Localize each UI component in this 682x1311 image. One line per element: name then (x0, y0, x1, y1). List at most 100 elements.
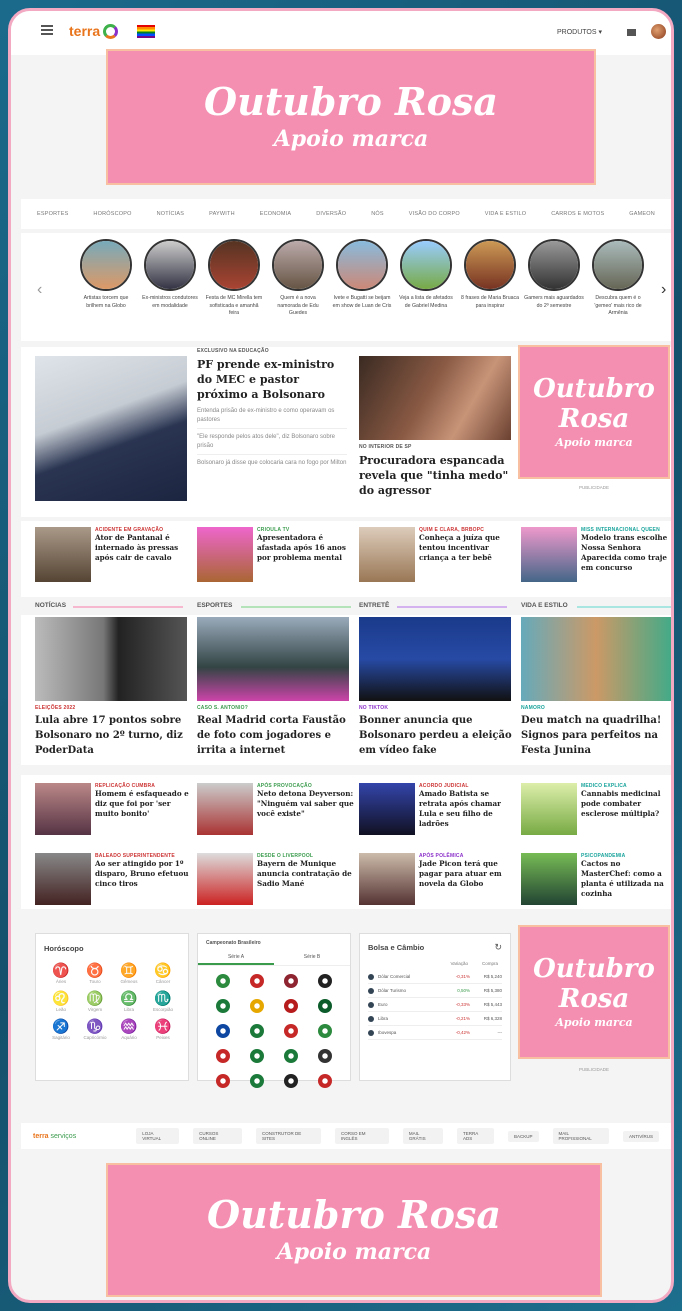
nav-item[interactable]: GAMEON (629, 211, 655, 217)
thumb-image[interactable] (359, 853, 415, 905)
team-crest-icon[interactable] (250, 999, 264, 1013)
list-item[interactable]: REPLICAÇÃO CUMBRA Homem é esfaqueado e di… (95, 783, 195, 819)
list-item[interactable]: CRIOULA TV Apresentadora é afastada após … (257, 527, 357, 563)
zodiac-sign[interactable]: ♍ Virgem (78, 991, 112, 1013)
market-row[interactable]: Dólar Comercial -0,31% R$ 5,240 (368, 970, 502, 984)
team-crest-icon[interactable] (318, 1074, 332, 1088)
feature-image[interactable] (35, 617, 187, 701)
service-link[interactable]: BACKUP (508, 1130, 539, 1142)
section-label-vida[interactable]: VIDA E ESTILO (521, 602, 671, 612)
service-link[interactable]: ANTIVÍRUS (622, 1130, 659, 1142)
service-link[interactable]: LOJA VIRTUAL (136, 1128, 180, 1144)
team-crest-icon[interactable] (216, 1049, 230, 1063)
main-news-image[interactable] (35, 356, 187, 501)
list-item[interactable]: PSICOPANDEMIA Cactos no MasterChef: como … (581, 853, 671, 899)
team-crest-icon[interactable] (250, 1024, 264, 1038)
team-crest-icon[interactable] (216, 1024, 230, 1038)
nav-item[interactable]: NÓS (371, 211, 384, 217)
nav-item[interactable]: DIVERSÃO (316, 211, 346, 217)
team-crest-icon[interactable] (284, 1024, 298, 1038)
story-item[interactable]: Ivete e Bugatti se beijam em show de Lua… (332, 239, 392, 310)
nav-item[interactable]: ECONOMIA (260, 211, 292, 217)
section-label-entrete[interactable]: ENTRETÊ (359, 602, 507, 612)
list-item[interactable]: BALEADO SUPERINTENDENTE Ao ser atingido p… (95, 853, 195, 889)
main-bullet[interactable]: "Ele responde pelos atos dele", diz Bols… (197, 433, 347, 455)
promo-banner-side-2[interactable]: Outubro Rosa Apoio marca (518, 925, 670, 1059)
zodiac-sign[interactable]: ♎ Libra (112, 991, 146, 1013)
market-row[interactable]: Libra -0,21% R$ 6,328 (368, 1012, 502, 1026)
feature-image[interactable] (359, 617, 511, 701)
team-crest-icon[interactable] (284, 1074, 298, 1088)
team-crest-icon[interactable] (216, 1074, 230, 1088)
main-bullet[interactable]: Entenda prisão de ex-ministro e como ope… (197, 407, 347, 429)
feature-item[interactable]: NAMORO Deu match na quadrilha! Signos par… (521, 705, 671, 758)
thumb-image[interactable] (197, 527, 253, 582)
second-headline[interactable]: Procuradora espancada revela que "tinha … (359, 453, 514, 498)
promo-banner-side[interactable]: Outubro Rosa Apoio marca (518, 345, 670, 479)
service-link[interactable]: MAIL PROFISSIONAL (552, 1128, 609, 1144)
service-link[interactable]: MAIL GRÁTIS (402, 1128, 443, 1144)
nav-item[interactable]: CARROS E MOTOS (551, 211, 604, 217)
thumb-image[interactable] (35, 527, 91, 582)
zodiac-sign[interactable]: ♐ Sagitário (44, 1019, 78, 1041)
list-item[interactable]: APÓS PROVOCAÇÃO Neto detona Deyverson: "N… (257, 783, 357, 819)
avatar[interactable] (651, 24, 666, 39)
mail-icon[interactable] (627, 29, 636, 36)
zodiac-sign[interactable]: ♌ Leão (44, 991, 78, 1013)
chevron-right-icon[interactable]: › (661, 281, 666, 299)
main-headline[interactable]: PF prende ex-ministro do MEC e pastor pr… (197, 357, 347, 402)
refresh-icon[interactable]: ↻ (494, 942, 502, 953)
list-item[interactable]: DESDE O LIVERPOOL Bayern de Munique anunc… (257, 853, 357, 889)
thumb-image[interactable] (521, 527, 577, 582)
thumb-image[interactable] (521, 853, 577, 905)
story-item[interactable]: Artistas torcem que brilhem na Globo (76, 239, 136, 310)
thumb-image[interactable] (359, 783, 415, 835)
second-news-image[interactable] (359, 356, 511, 440)
team-crest-icon[interactable] (250, 1049, 264, 1063)
promo-banner-bottom[interactable]: Outubro Rosa Apoio marca (106, 1163, 602, 1297)
zodiac-sign[interactable]: ♒ Aquário (112, 1019, 146, 1041)
thumb-image[interactable] (197, 783, 253, 835)
thumb-image[interactable] (35, 853, 91, 905)
promo-banner-top[interactable]: Outubro Rosa Apoio marca (106, 49, 596, 185)
team-crest-icon[interactable] (318, 974, 332, 988)
team-crest-icon[interactable] (284, 999, 298, 1013)
feature-image[interactable] (521, 617, 671, 701)
thumb-image[interactable] (197, 853, 253, 905)
list-item[interactable]: ACIDENTE EM GRAVAÇÃO Ator de Pantanal é i… (95, 527, 195, 563)
service-link[interactable]: CURSOS ONLINE (193, 1128, 243, 1144)
story-item[interactable]: Festa de MC Mirella tem sofisticada e am… (204, 239, 264, 318)
zodiac-sign[interactable]: ♏ Escorpião (146, 991, 180, 1013)
team-crest-icon[interactable] (250, 1074, 264, 1088)
tab-serie-b[interactable]: Série B (274, 954, 350, 965)
team-crest-icon[interactable] (216, 999, 230, 1013)
list-item[interactable]: MISS INTERNACIONAL QUEEN Modelo trans esc… (581, 527, 671, 573)
service-link[interactable]: CONSTRUTOR DE SITES (256, 1128, 321, 1144)
team-crest-icon[interactable] (318, 999, 332, 1013)
list-item[interactable]: APÓS POLÊMICA Jade Picon terá que pagar p… (419, 853, 519, 889)
main-bullet[interactable]: Bolsonaro já disse que colocaria cara no… (197, 459, 347, 468)
nav-item[interactable]: PAYWITH (209, 211, 235, 217)
thumb-image[interactable] (521, 783, 577, 835)
nav-item[interactable]: VISÃO DO CORPO (409, 211, 460, 217)
service-link[interactable]: CORSO EM INGLÊS (334, 1128, 389, 1144)
nav-item[interactable]: HORÓSCOPO (93, 211, 131, 217)
chevron-left-icon[interactable]: ‹ (37, 281, 42, 299)
team-crest-icon[interactable] (250, 974, 264, 988)
tab-serie-a[interactable]: Série A (198, 954, 274, 965)
market-row[interactable]: Euro -0,33% R$ 5,443 (368, 998, 502, 1012)
zodiac-sign[interactable]: ♑ Capricórnio (78, 1019, 112, 1041)
section-label-noticias[interactable]: NOTÍCIAS (35, 602, 183, 612)
team-crest-icon[interactable] (284, 1049, 298, 1063)
feature-item[interactable]: ELEIÇÕES 2022 Lula abre 17 pontos sobre B… (35, 705, 187, 758)
feature-item[interactable]: NO TIKTOK Bonner anuncia que Bolsonaro pe… (359, 705, 514, 758)
products-menu[interactable]: PRODUTOS ▾ (557, 28, 602, 36)
feature-item[interactable]: CASO S. ANTONIO? Real Madrid corta Faustã… (197, 705, 352, 758)
nav-item[interactable]: VIDA E ESTILO (485, 211, 526, 217)
thumb-image[interactable] (35, 783, 91, 835)
story-item[interactable]: Gamers mais aguardados do 2º semestre (524, 239, 584, 310)
services-brand[interactable]: terra serviços (33, 1133, 122, 1140)
zodiac-sign[interactable]: ♓ Peixes (146, 1019, 180, 1041)
story-item[interactable]: Descubra quem é o 'gemeo' mais rico de A… (588, 239, 648, 318)
service-link[interactable]: TERRA ADS (456, 1128, 495, 1144)
